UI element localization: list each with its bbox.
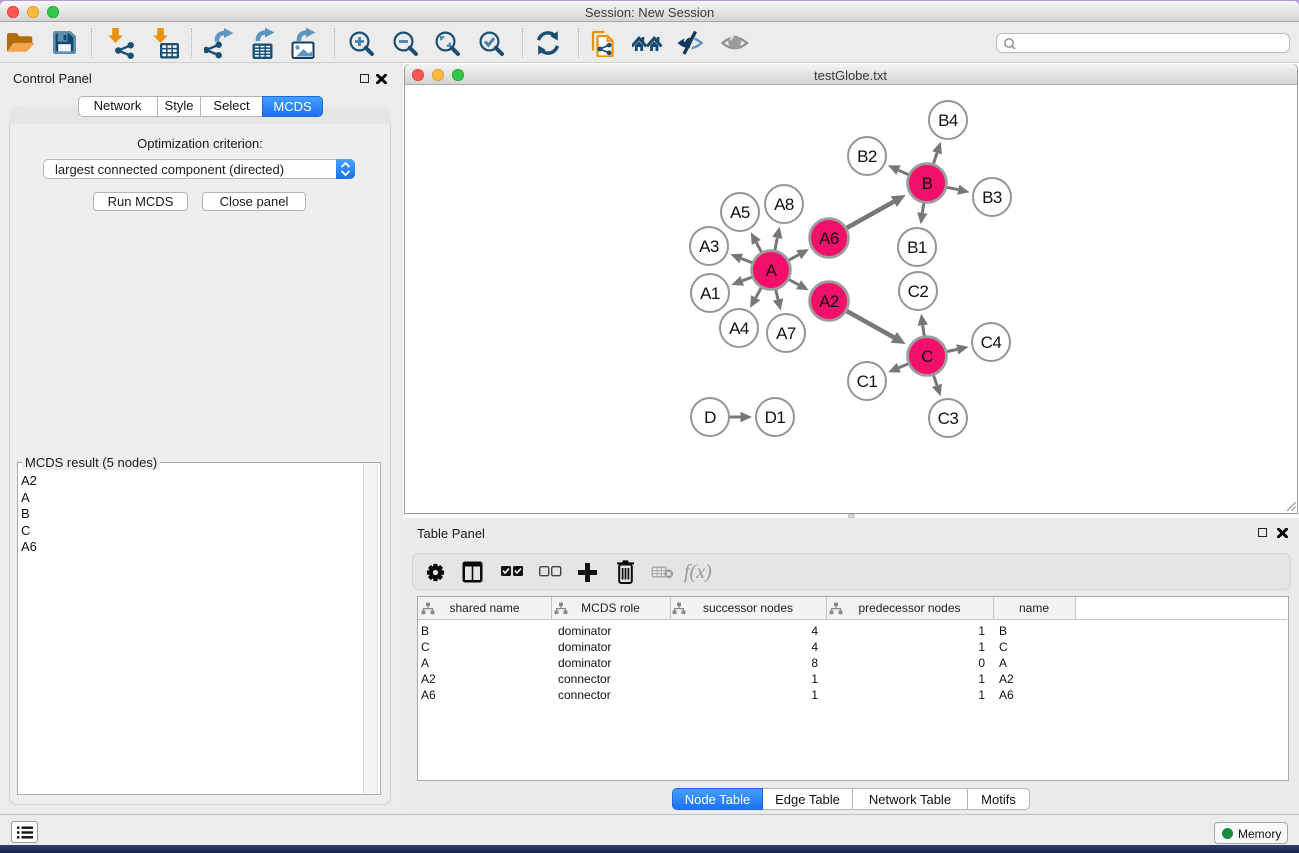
svg-text:C4: C4 — [981, 333, 1002, 352]
svg-text:A2: A2 — [819, 292, 839, 311]
svg-text:A8: A8 — [774, 195, 794, 214]
svg-text:C2: C2 — [908, 282, 929, 301]
svg-text:B4: B4 — [938, 111, 958, 130]
svg-text:B1: B1 — [907, 238, 927, 257]
svg-text:A: A — [766, 261, 778, 280]
svg-text:B3: B3 — [982, 188, 1002, 207]
svg-text:A6: A6 — [819, 229, 839, 248]
svg-text:B: B — [922, 174, 933, 193]
svg-text:A4: A4 — [729, 319, 749, 338]
svg-text:A5: A5 — [730, 203, 750, 222]
svg-text:C: C — [921, 347, 933, 366]
svg-text:C3: C3 — [938, 409, 959, 428]
svg-text:D1: D1 — [765, 408, 786, 427]
svg-text:A7: A7 — [776, 324, 796, 343]
svg-text:A3: A3 — [699, 237, 719, 256]
svg-text:B2: B2 — [857, 147, 877, 166]
svg-text:A1: A1 — [700, 284, 720, 303]
svg-text:D: D — [704, 408, 716, 427]
svg-text:C1: C1 — [857, 372, 878, 391]
